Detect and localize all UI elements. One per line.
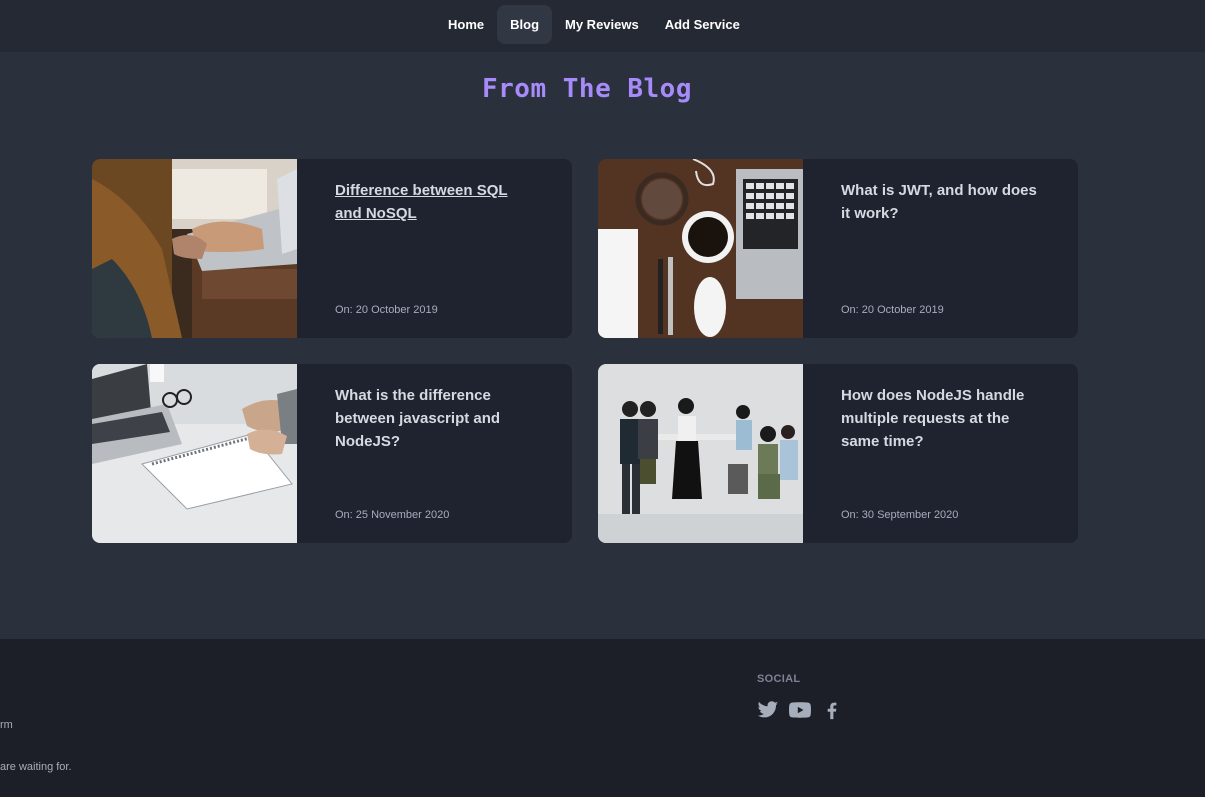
facebook-icon[interactable] [821,699,843,721]
blog-card[interactable]: Difference between SQL and NoSQL On: 20 … [92,159,572,338]
post-title-link[interactable]: How does NodeJS handle multiple requests… [841,384,1040,453]
nav-item-blog[interactable]: Blog [497,5,553,44]
post-title-link[interactable]: What is JWT, and how does it work? [841,179,1040,225]
nav-menu: Home Blog My Reviews Add Service [435,5,753,44]
nav-item-home[interactable]: Home [435,5,497,44]
blog-card[interactable]: How does NodeJS handle multiple requests… [598,364,1078,543]
youtube-icon[interactable] [789,699,811,721]
laptop-notebook-desk-photo[interactable] [92,364,297,543]
card-body: What is JWT, and how does it work? On: 2… [803,159,1078,338]
footer-text-fragment: are waiting for. [0,761,72,773]
post-title-link[interactable]: What is the difference between javascrip… [335,384,534,453]
footer-text-fragment: rm [0,719,13,731]
navbar: Home Blog My Reviews Add Service [0,0,1205,52]
card-body: How does NodeJS handle multiple requests… [803,364,1078,543]
post-date: On: 20 October 2019 [841,304,944,316]
nav-item-add-service[interactable]: Add Service [652,5,753,44]
footer: rm are waiting for. SOCIAL [0,639,1205,797]
post-date: On: 30 September 2020 [841,509,959,521]
team-meeting-photo[interactable] [598,364,803,543]
twitter-icon[interactable] [757,699,779,721]
social-title: SOCIAL [757,673,801,685]
social-icons [757,699,843,721]
page-title: From The Blog [482,74,692,104]
card-body: Difference between SQL and NoSQL On: 20 … [297,159,572,338]
desk-coffee-laptop-photo[interactable] [598,159,803,338]
nav-item-my-reviews[interactable]: My Reviews [552,5,652,44]
card-body: What is the difference between javascrip… [297,364,572,543]
blog-card[interactable]: What is JWT, and how does it work? On: 2… [598,159,1078,338]
laptop-typing-photo[interactable] [92,159,297,338]
blog-card[interactable]: What is the difference between javascrip… [92,364,572,543]
post-date: On: 20 October 2019 [335,304,438,316]
post-title-link[interactable]: Difference between SQL and NoSQL [335,179,534,225]
post-date: On: 25 November 2020 [335,509,450,521]
